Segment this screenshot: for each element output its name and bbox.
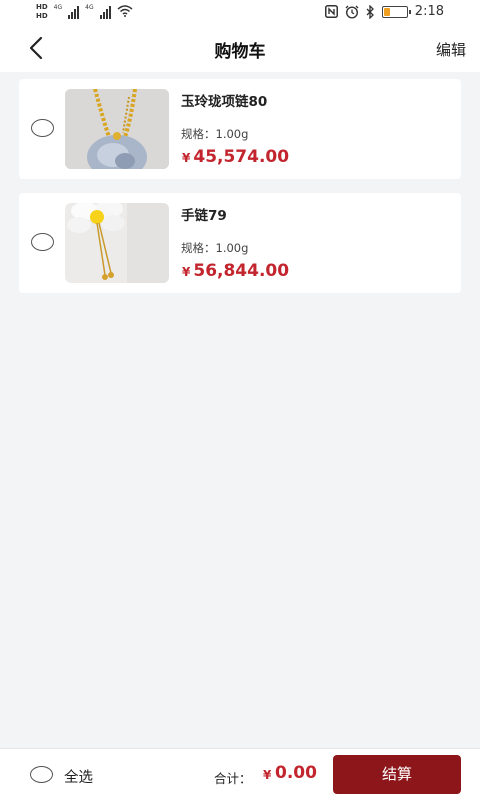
- select-all-checkbox[interactable]: [30, 766, 53, 783]
- total-value: 0.00: [275, 763, 317, 783]
- hd-indicators: HD HD: [36, 3, 48, 21]
- necklace-image: [65, 89, 169, 169]
- signal-icon-2: [99, 5, 111, 19]
- network-type-1: 4G: [53, 4, 63, 11]
- product-image-necklace[interactable]: [65, 89, 169, 169]
- battery-level: [383, 7, 390, 16]
- edit-button[interactable]: 编辑: [436, 39, 466, 60]
- signal-icon: [68, 5, 80, 19]
- status-bar-left: HD HD 4G 4G: [36, 3, 133, 21]
- product-name: 玉玲珑项链80: [181, 94, 268, 110]
- product-image-bracelet[interactable]: [65, 203, 169, 283]
- product-spec: 规格：1.00g: [181, 241, 249, 255]
- hd-label-2: HD: [36, 12, 48, 20]
- price-value: 56,844.00: [193, 261, 290, 281]
- product-price: ¥45,574.00: [182, 147, 289, 167]
- cart-list: 玉玲珑项链80 规格：1.00g ¥45,574.00 手链79 规格：1.00…: [19, 79, 461, 307]
- status-bar-right: 2:18: [324, 4, 444, 19]
- alarm-icon: [345, 5, 359, 19]
- wifi-icon: [117, 5, 133, 17]
- nav-bar: 购物车 编辑: [0, 26, 480, 72]
- select-all-label[interactable]: 全选: [64, 766, 93, 787]
- status-bar: HD HD 4G 4G 2:18: [0, 0, 480, 26]
- bottom-bar: 全选 合计： ¥ 0.00 结算: [0, 748, 480, 800]
- bluetooth-icon: [366, 4, 374, 19]
- page-title: 购物车: [214, 42, 266, 62]
- currency-symbol: ¥: [182, 151, 191, 165]
- total-currency: ¥: [263, 768, 272, 782]
- item-checkbox[interactable]: [31, 233, 54, 251]
- cart-item[interactable]: 玉玲珑项链80 规格：1.00g ¥45,574.00: [19, 79, 461, 179]
- status-time: 2:18: [414, 4, 444, 19]
- checkout-button[interactable]: 结算: [333, 755, 461, 794]
- nfc-icon: [324, 5, 338, 18]
- item-checkbox[interactable]: [31, 119, 54, 137]
- total-label: 合计：: [214, 771, 252, 786]
- currency-symbol: ¥: [182, 265, 191, 279]
- network-type-2: 4G: [85, 4, 94, 11]
- hd-label-1: HD: [36, 3, 48, 11]
- battery-icon: [381, 5, 411, 18]
- bracelet-image: [65, 203, 169, 283]
- product-name: 手链79: [181, 208, 227, 224]
- product-spec: 规格：1.00g: [181, 127, 249, 141]
- price-value: 45,574.00: [193, 147, 290, 167]
- product-price: ¥56,844.00: [182, 261, 289, 281]
- cart-item[interactable]: 手链79 规格：1.00g ¥56,844.00: [19, 193, 461, 293]
